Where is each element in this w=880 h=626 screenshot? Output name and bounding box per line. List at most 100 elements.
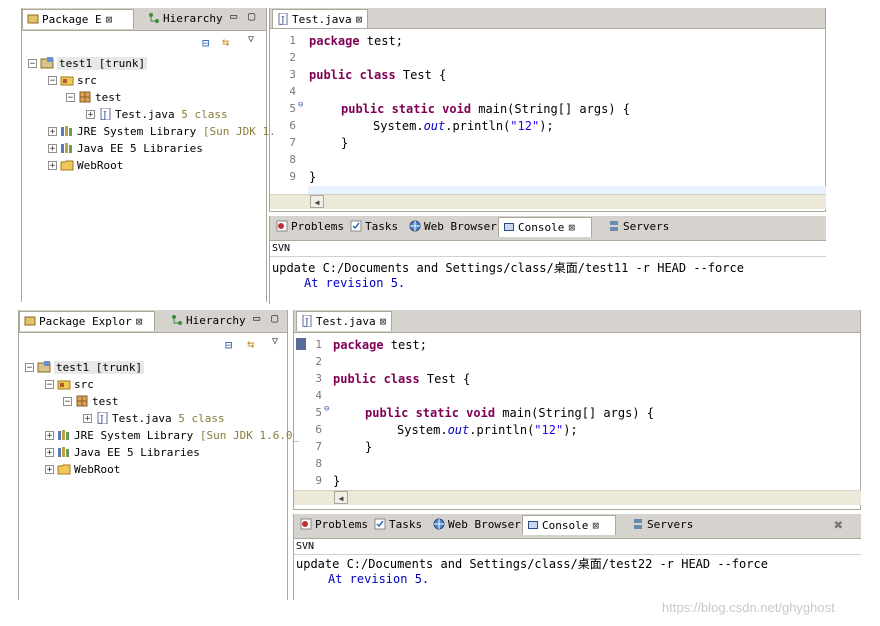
tab-problems[interactable]: Problems: [296, 515, 368, 535]
file-revision: 5: [181, 108, 188, 121]
source-folder-icon: [60, 76, 74, 86]
collapse-icon[interactable]: −: [45, 380, 54, 390]
java-file-icon: J: [278, 13, 288, 25]
tree-item-src[interactable]: − src: [48, 73, 97, 89]
tab-editor-file[interactable]: J Test.java ⊠: [296, 311, 392, 331]
minimize-icon[interactable]: ▭: [253, 311, 260, 325]
collapse-icon[interactable]: −: [66, 93, 75, 103]
code-editor[interactable]: 1 2 3 4 5 ⊖ 6 7 8 9 package test; public…: [270, 34, 826, 196]
collapse-icon[interactable]: −: [48, 76, 57, 86]
collapse-icon[interactable]: −: [25, 363, 34, 373]
tab-web-browser[interactable]: Web Browser: [405, 217, 497, 237]
code-line: }: [309, 170, 316, 184]
line-number: 7: [289, 136, 296, 149]
link-editor-icon[interactable]: ⇆: [222, 35, 229, 49]
java-file-icon: J: [97, 412, 108, 424]
library-icon: [61, 126, 72, 136]
horizontal-scrollbar[interactable]: ◀: [270, 194, 826, 209]
expand-icon[interactable]: +: [45, 448, 54, 458]
horizontal-scrollbar[interactable]: ◀: [294, 490, 861, 505]
expand-icon[interactable]: +: [45, 465, 54, 475]
source-folder-icon: [57, 380, 71, 390]
link-editor-icon[interactable]: ⇆: [247, 337, 254, 351]
close-icon[interactable]: ⊠: [356, 13, 363, 26]
tree-item-file[interactable]: + J Test.java 5 class: [86, 107, 228, 123]
expand-icon[interactable]: +: [83, 414, 92, 424]
maximize-icon[interactable]: ▢: [271, 311, 278, 325]
line-number: 8: [315, 457, 322, 470]
line-number: 2: [289, 51, 296, 64]
fold-icon[interactable]: ⊖: [324, 404, 329, 414]
tree-item-javaee[interactable]: + Java EE 5 Libraries: [45, 445, 200, 461]
tab-servers[interactable]: Servers: [604, 217, 670, 237]
collapse-icon[interactable]: −: [63, 397, 72, 407]
tab-console[interactable]: Console ⊠: [522, 515, 616, 535]
expand-icon[interactable]: +: [48, 127, 57, 137]
scroll-left-icon[interactable]: ◀: [334, 491, 348, 504]
tree-item-project[interactable]: − test1 [trunk]: [25, 360, 145, 376]
remove-launch-icon[interactable]: ✖: [834, 516, 843, 534]
globe-icon: [433, 518, 445, 530]
maximize-icon[interactable]: ▢: [248, 9, 255, 23]
tree-label: test: [95, 91, 122, 104]
view-menu-icon[interactable]: ▽: [248, 34, 254, 45]
line-number: 4: [315, 389, 322, 402]
tree-label: Java EE 5 Libraries: [74, 446, 200, 459]
tree-item-project[interactable]: − test1 [trunk]: [28, 56, 148, 72]
close-icon[interactable]: ⊠: [592, 519, 599, 532]
tab-tasks[interactable]: Tasks: [346, 217, 403, 237]
expand-icon[interactable]: +: [86, 110, 95, 120]
close-icon[interactable]: ⊠: [568, 221, 575, 234]
collapse-icon[interactable]: −: [28, 59, 37, 69]
code-line: System.out.println("12");: [397, 423, 578, 437]
field: out: [423, 119, 446, 133]
tree-item-webroot[interactable]: + WebRoot: [48, 158, 123, 174]
tab-console[interactable]: Console ⊠: [498, 217, 592, 237]
code-editor[interactable]: 1 2 3 4 5 ⊖ 6 7 8 9 package test; public…: [294, 338, 861, 492]
tree-item-webroot[interactable]: + WebRoot: [45, 462, 120, 478]
close-icon[interactable]: ⊠: [106, 13, 113, 26]
tree-item-jre[interactable]: + JRE System Library [Sun JDK 1.: [48, 124, 276, 140]
tree-item-jre[interactable]: + JRE System Library [Sun JDK 1.6.0_: [45, 428, 299, 444]
tree-item-package[interactable]: − test: [63, 394, 119, 410]
code-text: System.: [373, 119, 424, 133]
library-icon: [61, 143, 72, 153]
console-line: At revision 5.: [304, 276, 406, 290]
keyword: public class: [309, 68, 396, 82]
tree-label: test1 [trunk]: [57, 57, 148, 70]
tree-item-file[interactable]: + J Test.java 5 class: [83, 411, 225, 427]
expand-icon[interactable]: +: [45, 431, 54, 441]
tab-package-explorer[interactable]: Package E ⊠: [22, 9, 134, 29]
scroll-left-icon[interactable]: ◀: [310, 195, 324, 208]
expand-icon[interactable]: +: [48, 144, 57, 154]
view-menu-icon[interactable]: ▽: [272, 336, 278, 347]
fold-icon[interactable]: ⊖: [298, 100, 303, 110]
tree-item-package[interactable]: − test: [66, 90, 122, 106]
tab-web-browser[interactable]: Web Browser: [429, 515, 521, 535]
java-file-icon: J: [100, 108, 111, 120]
tree-label: WebRoot: [74, 463, 121, 476]
code-line: public class Test {: [333, 372, 470, 386]
tree-item-javaee[interactable]: + Java EE 5 Libraries: [48, 141, 203, 157]
line-number: 6: [289, 119, 296, 132]
close-icon[interactable]: ⊠: [136, 315, 143, 328]
tab-package-explorer[interactable]: Package Explor ⊠: [19, 311, 155, 331]
tab-tasks[interactable]: Tasks: [370, 515, 427, 535]
code-line: package test;: [309, 34, 403, 48]
close-icon[interactable]: ⊠: [380, 315, 387, 328]
tab-problems[interactable]: Problems: [272, 217, 344, 237]
tab-hierarchy[interactable]: Hierarchy: [167, 311, 255, 331]
bottom-tabbar: Problems Tasks Web Browser Console ⊠ Serv…: [270, 216, 826, 241]
minimize-icon[interactable]: ▭: [230, 9, 237, 23]
collapse-all-icon[interactable]: ⊟: [202, 36, 209, 50]
tab-editor-file[interactable]: J Test.java ⊠: [272, 9, 368, 28]
tab-servers[interactable]: Servers: [628, 515, 694, 535]
top-bottom-panel: Problems Tasks Web Browser Console ⊠ Serv…: [269, 216, 826, 304]
collapse-all-icon[interactable]: ⊟: [225, 338, 232, 352]
tree-item-src[interactable]: − src: [45, 377, 94, 393]
keyword: public static void: [341, 102, 472, 116]
tab-label: Console: [518, 221, 565, 234]
expand-icon[interactable]: +: [48, 161, 57, 171]
line-number: 8: [289, 153, 296, 166]
tab-hierarchy[interactable]: Hierarchy: [144, 9, 238, 29]
